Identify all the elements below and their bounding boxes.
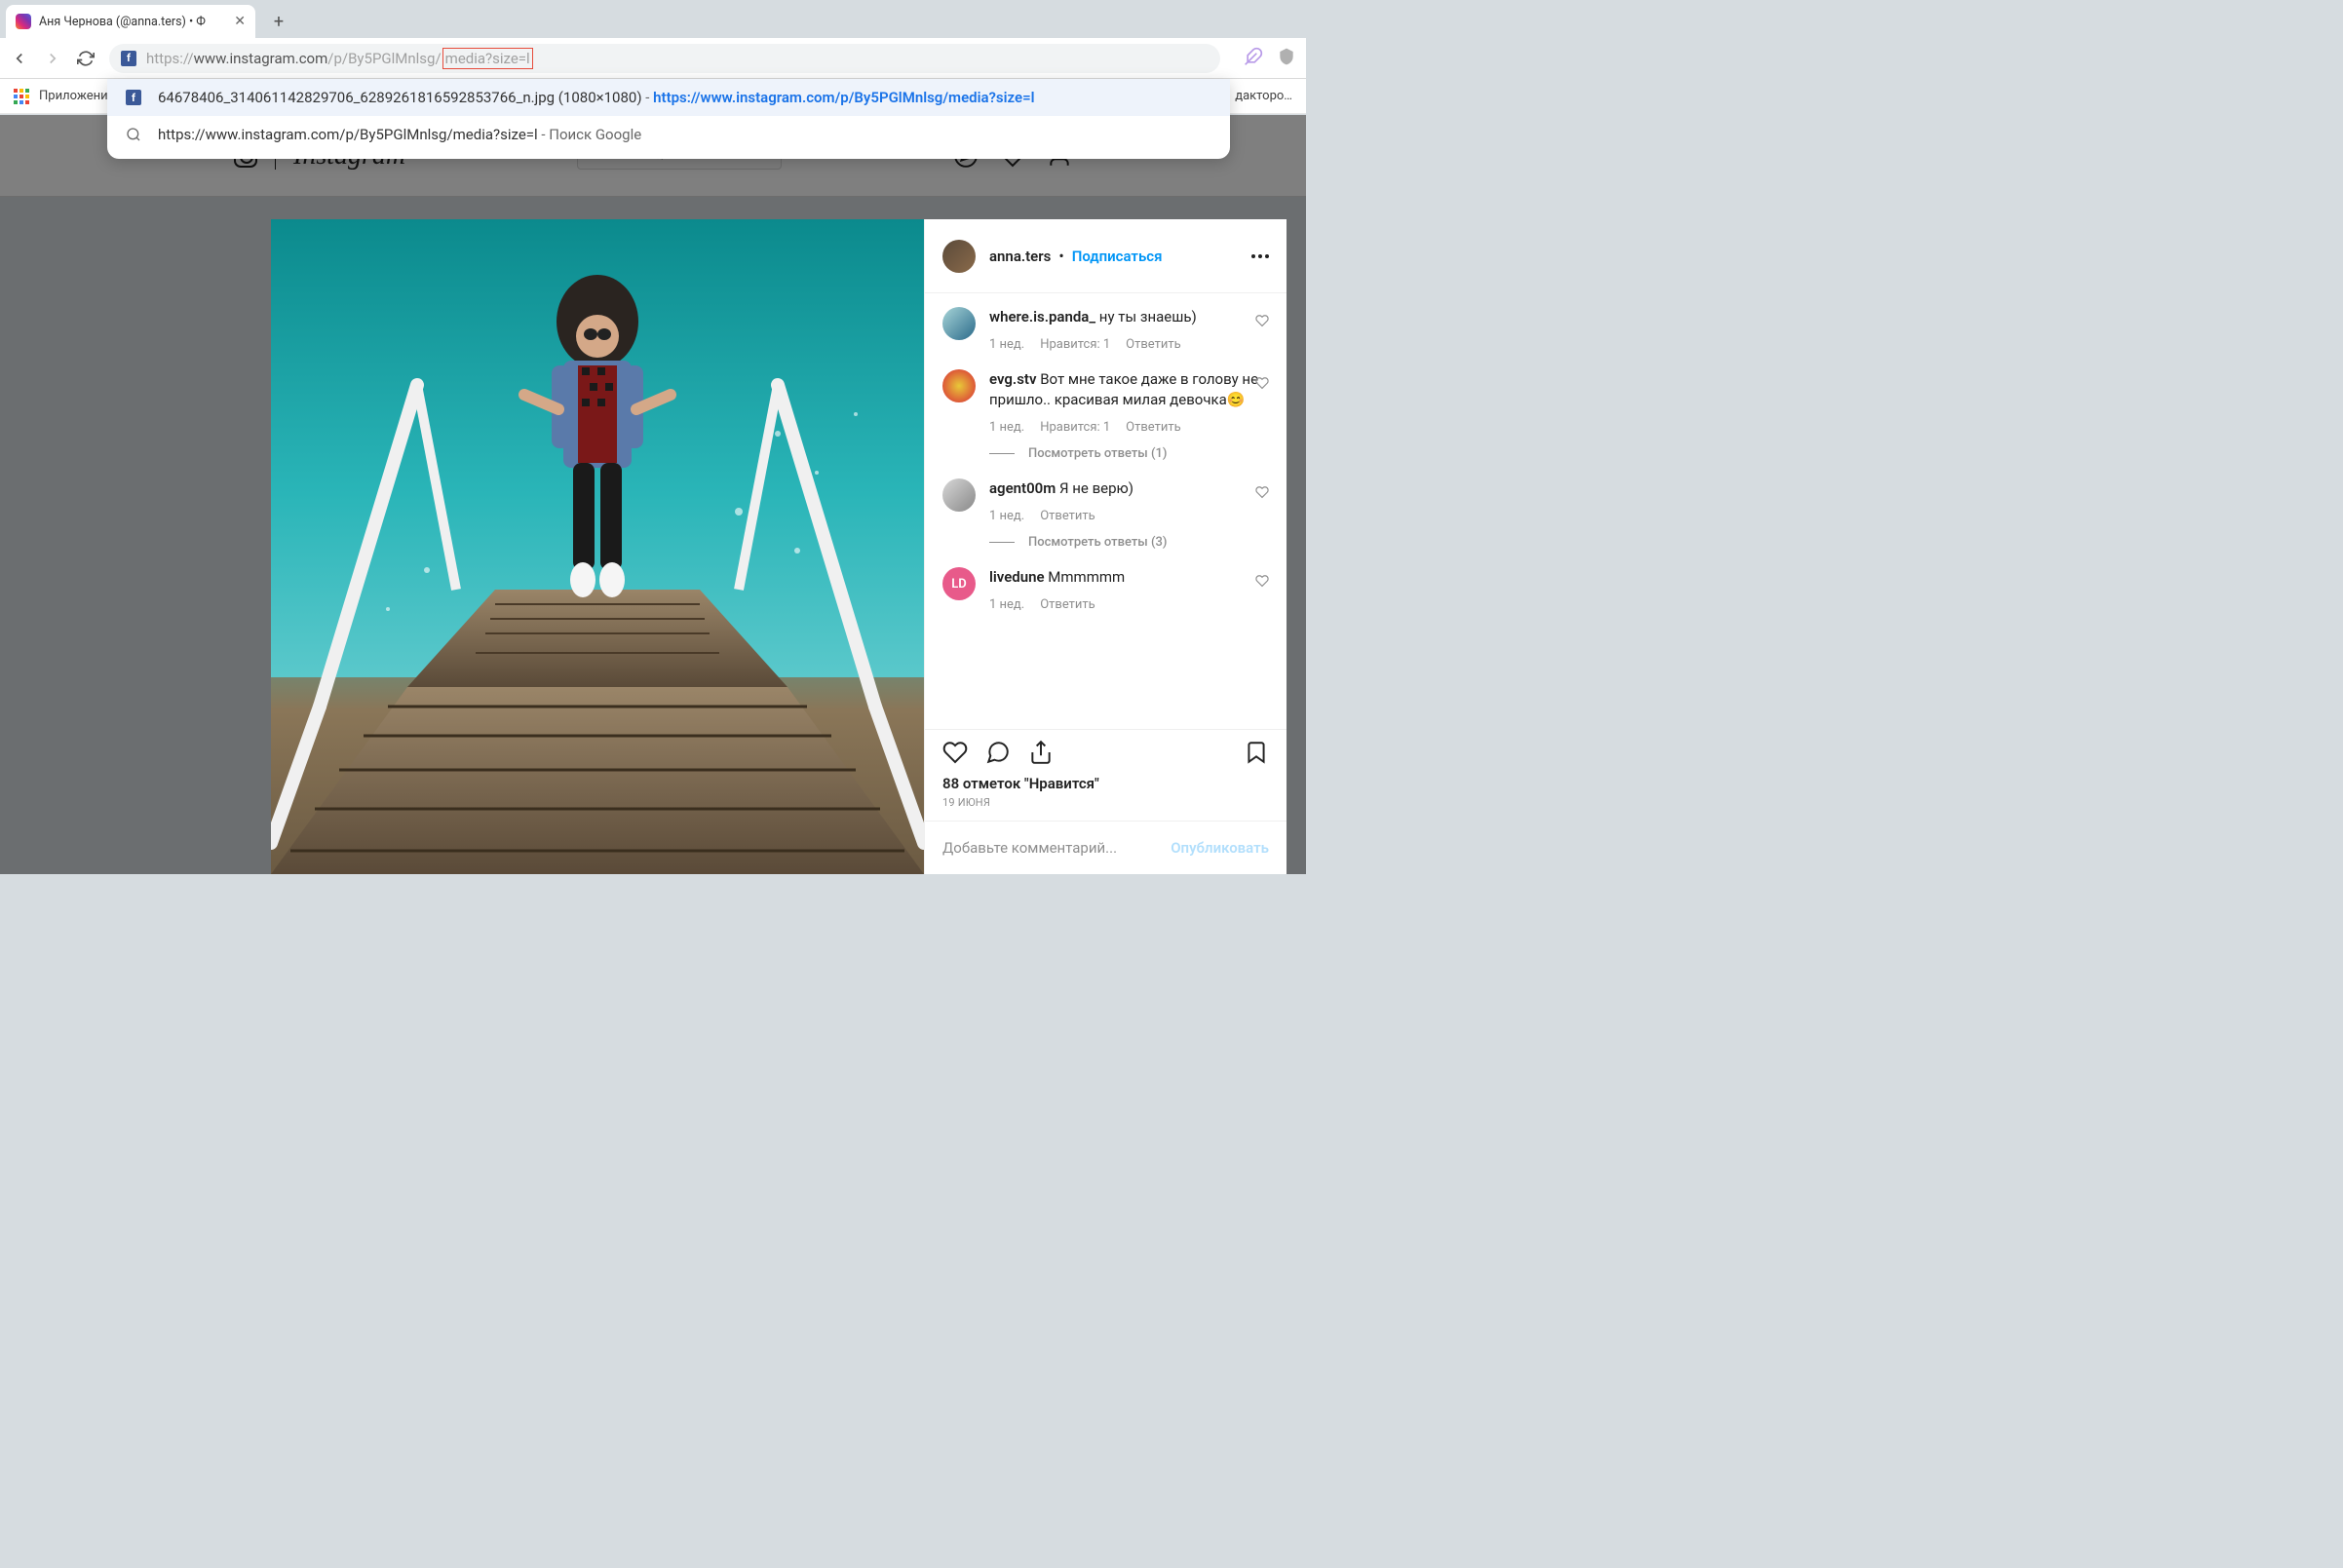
publish-button[interactable]: Опубликовать — [1171, 839, 1269, 857]
like-comment-icon[interactable] — [1255, 484, 1269, 503]
facebook-icon: f — [121, 51, 136, 66]
author-username[interactable]: anna.ters — [989, 248, 1051, 265]
suggestion-item[interactable]: f 64678406_314061142829706_6289261816592… — [107, 79, 1230, 116]
search-icon — [125, 126, 142, 143]
commenter-avatar[interactable] — [942, 369, 976, 402]
likes-count[interactable]: 88 отметок "Нравится" — [925, 775, 1287, 792]
commenter-avatar[interactable]: LD — [942, 567, 976, 600]
post-sidebar: anna.ters • Подписаться where.is.panda_ … — [924, 219, 1287, 874]
comments-list[interactable]: where.is.panda_ ну ты знаешь) 1 нед.Нрав… — [925, 293, 1287, 729]
commenter-username[interactable]: agent00m — [989, 479, 1056, 497]
address-bar[interactable]: f https://www.instagram.com/p/By5PGlMnls… — [109, 44, 1220, 73]
shield-icon[interactable] — [1277, 47, 1296, 70]
like-button[interactable] — [942, 740, 968, 765]
facebook-icon: f — [126, 90, 141, 105]
commenter-avatar[interactable] — [942, 307, 976, 340]
commenter-username[interactable]: where.is.panda_ — [989, 308, 1095, 325]
follow-button[interactable]: Подписаться — [1072, 248, 1163, 265]
bookmark-apps[interactable]: Приложени — [39, 89, 108, 103]
url-text: https://www.instagram.com/p/By5PGlMnlsg/… — [146, 48, 533, 69]
post-image[interactable] — [271, 219, 924, 874]
url-highlight: media?size=l — [442, 48, 533, 69]
comment-button[interactable] — [985, 740, 1011, 765]
forward-button[interactable] — [43, 49, 62, 68]
post-actions — [925, 729, 1287, 775]
reload-button[interactable] — [76, 49, 96, 68]
close-tab-icon[interactable]: ✕ — [234, 14, 246, 29]
more-options-icon[interactable] — [1251, 254, 1269, 258]
comment-input[interactable] — [942, 839, 1171, 857]
comment-item: LD livedune Mmmmmm 1 нед.Ответить — [942, 567, 1269, 612]
post-modal: anna.ters • Подписаться where.is.panda_ … — [271, 219, 1287, 874]
browser-tab[interactable]: Аня Чернова (@anna.ters) • Ф ✕ — [6, 5, 255, 38]
author-avatar[interactable] — [942, 240, 976, 273]
post-date: 19 июня — [925, 792, 1287, 821]
tab-strip: Аня Чернова (@anna.ters) • Ф ✕ + — [0, 0, 1306, 38]
view-replies-button[interactable]: Посмотреть ответы (1) — [989, 446, 1269, 461]
commenter-username[interactable]: livedune — [989, 568, 1045, 586]
suggestion-item[interactable]: https://www.instagram.com/p/By5PGlMnlsg/… — [107, 116, 1230, 153]
commenter-avatar[interactable] — [942, 478, 976, 512]
like-comment-icon[interactable] — [1255, 573, 1269, 592]
like-comment-icon[interactable] — [1255, 313, 1269, 331]
instagram-favicon — [16, 14, 31, 29]
browser-toolbar: f https://www.instagram.com/p/By5PGlMnls… — [0, 38, 1306, 79]
comment-item: evg.stv Вот мне такое даже в голову не п… — [942, 369, 1269, 461]
bookmark-truncated[interactable]: дакторо… — [1233, 85, 1294, 107]
commenter-username[interactable]: evg.stv — [989, 370, 1036, 388]
url-suggestions: f 64678406_314061142829706_6289261816592… — [107, 79, 1230, 159]
bookmark-button[interactable] — [1244, 740, 1269, 765]
like-comment-icon[interactable] — [1255, 375, 1269, 394]
post-header: anna.ters • Подписаться — [925, 219, 1287, 293]
feather-icon[interactable] — [1244, 47, 1263, 70]
comment-item: agent00m Я не верю) 1 нед.Ответить Посмо… — [942, 478, 1269, 550]
comment-item: where.is.panda_ ну ты знаешь) 1 нед.Нрав… — [942, 307, 1269, 352]
share-button[interactable] — [1028, 740, 1054, 765]
apps-icon[interactable] — [14, 89, 29, 104]
add-comment-form: Опубликовать — [925, 821, 1287, 874]
back-button[interactable] — [10, 49, 29, 68]
new-tab-button[interactable]: + — [265, 8, 292, 35]
view-replies-button[interactable]: Посмотреть ответы (3) — [989, 535, 1269, 550]
tab-title: Аня Чернова (@anna.ters) • Ф — [39, 15, 226, 29]
